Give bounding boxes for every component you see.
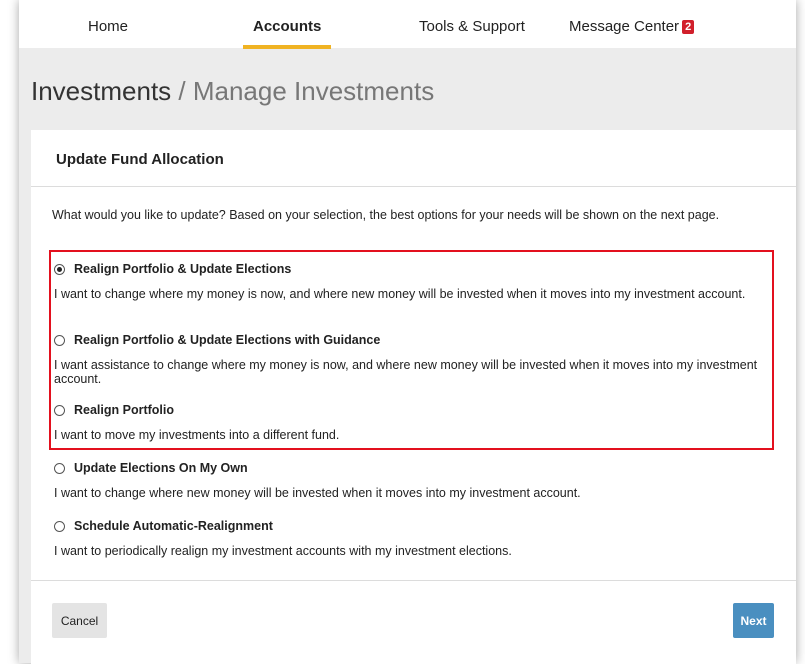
- nav-item-message-center[interactable]: Message Center 2: [569, 18, 695, 35]
- nav-item-home[interactable]: Home: [88, 18, 128, 35]
- intro-text: What would you like to update? Based on …: [52, 208, 720, 222]
- radio-button[interactable]: [54, 405, 65, 416]
- message-count-badge: 2: [682, 20, 695, 34]
- top-navigation: Home Accounts Tools & Support Message Ce…: [19, 0, 796, 49]
- nav-item-accounts[interactable]: Accounts: [253, 18, 321, 35]
- option-label[interactable]: Schedule Automatic-Realignment: [74, 519, 273, 533]
- page-title-separator: /: [171, 76, 193, 106]
- card-footer: Cancel Next: [31, 580, 796, 664]
- option-description: I want assistance to change where my mon…: [54, 358, 758, 386]
- cancel-button[interactable]: Cancel: [52, 603, 107, 638]
- option-label[interactable]: Realign Portfolio & Update Elections wit…: [74, 333, 380, 347]
- nav-item-message-center-label: Message Center: [569, 18, 680, 35]
- page-title-subtitle: Manage Investments: [192, 76, 435, 106]
- active-tab-indicator: [243, 45, 331, 49]
- nav-item-tools-support[interactable]: Tools & Support: [419, 18, 525, 35]
- option-realign-portfolio[interactable]: Realign Portfolio I want to move my inve…: [54, 403, 764, 442]
- option-label[interactable]: Realign Portfolio & Update Elections: [74, 262, 291, 276]
- option-description: I want to change where new money will be…: [54, 486, 581, 500]
- radio-button[interactable]: [54, 521, 65, 532]
- option-update-elections-own[interactable]: Update Elections On My Own I want to cha…: [54, 461, 764, 500]
- option-description: I want to move my investments into a dif…: [54, 428, 340, 442]
- app-window: Home Accounts Tools & Support Message Ce…: [19, 0, 796, 664]
- radio-button[interactable]: [54, 463, 65, 474]
- option-label[interactable]: Update Elections On My Own: [74, 461, 248, 475]
- page-title-main: Investments: [31, 76, 172, 106]
- update-fund-allocation-card: Update Fund Allocation What would you li…: [31, 130, 796, 664]
- radio-button-selected[interactable]: [54, 264, 65, 275]
- option-realign-update-elections[interactable]: Realign Portfolio & Update Elections I w…: [54, 262, 764, 301]
- option-schedule-automatic-realignment[interactable]: Schedule Automatic-Realignment I want to…: [54, 519, 764, 558]
- option-realign-update-elections-guidance[interactable]: Realign Portfolio & Update Elections wit…: [54, 333, 764, 386]
- page-title: Investments / Manage Investments: [31, 76, 434, 107]
- card-header: Update Fund Allocation: [31, 130, 796, 187]
- card-title: Update Fund Allocation: [56, 151, 224, 168]
- radio-button[interactable]: [54, 335, 65, 346]
- option-description: I want to change where my money is now, …: [54, 287, 746, 301]
- next-button[interactable]: Next: [733, 603, 774, 638]
- option-label[interactable]: Realign Portfolio: [74, 403, 174, 417]
- option-description: I want to periodically realign my invest…: [54, 544, 512, 558]
